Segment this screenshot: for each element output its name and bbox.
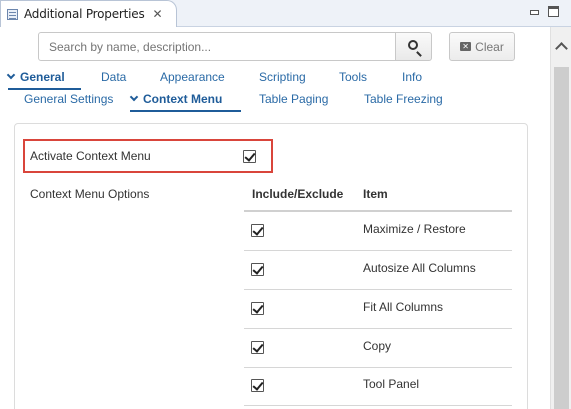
- subtab-general-settings[interactable]: General Settings: [24, 92, 113, 106]
- subtab-table-freezing[interactable]: Table Freezing: [364, 92, 443, 106]
- tab-general[interactable]: General: [6, 70, 65, 84]
- search-button[interactable]: [395, 32, 432, 61]
- chevron-down-icon: [129, 92, 139, 102]
- row-item-label: Autosize All Columns: [363, 261, 476, 275]
- row-divider: [244, 289, 512, 290]
- chevron-down-icon: [6, 70, 16, 80]
- scroll-up-arrow-icon[interactable]: [551, 27, 571, 65]
- row-include-checkbox[interactable]: [251, 224, 264, 237]
- tab-info[interactable]: Info: [402, 70, 422, 84]
- table-header-divider: [244, 210, 512, 212]
- row-include-checkbox[interactable]: [251, 379, 264, 392]
- row-item-label: Copy: [363, 339, 392, 353]
- subtab-context-menu[interactable]: Context Menu: [129, 92, 222, 106]
- tab-appearance[interactable]: Appearance: [160, 70, 225, 84]
- tab-scripting[interactable]: Scripting: [259, 70, 306, 84]
- view-title-bar: Additional Properties ✕: [0, 0, 571, 27]
- vertical-scrollbar[interactable]: [550, 27, 571, 409]
- tab-data[interactable]: Data: [101, 70, 126, 84]
- clear-button[interactable]: ✕ Clear: [449, 32, 515, 61]
- context-menu-options-label: Context Menu Options: [30, 187, 150, 201]
- row-include-checkbox[interactable]: [251, 263, 264, 276]
- tab-tools[interactable]: Tools: [339, 70, 367, 84]
- row-include-checkbox[interactable]: [251, 302, 264, 315]
- clear-button-label: Clear: [475, 39, 504, 54]
- maximize-icon[interactable]: [548, 6, 559, 17]
- scroll-thumb[interactable]: [554, 67, 569, 409]
- activate-context-menu-checkbox[interactable]: [243, 150, 256, 163]
- column-header-include-exclude: Include/Exclude: [252, 187, 344, 201]
- row-divider: [244, 367, 512, 368]
- row-item-label: Tool Panel: [363, 377, 420, 391]
- tab-general-underline: [8, 88, 81, 90]
- search-icon: [408, 40, 418, 50]
- row-item-label: Maximize / Restore: [363, 222, 466, 236]
- row-item-label: Fit All Columns: [363, 300, 444, 314]
- column-header-item: Item: [363, 187, 388, 201]
- subtab-table-paging[interactable]: Table Paging: [259, 92, 328, 106]
- close-icon[interactable]: ✕: [153, 8, 163, 20]
- subtab-context-menu-underline: [130, 110, 241, 112]
- properties-view-icon: [7, 8, 18, 20]
- search-input[interactable]: [38, 32, 396, 61]
- row-divider: [244, 328, 512, 329]
- row-divider: [244, 250, 512, 251]
- row-include-checkbox[interactable]: [251, 341, 264, 354]
- minimize-icon[interactable]: [529, 6, 540, 17]
- clear-x-icon: ✕: [460, 42, 472, 51]
- view-tab-additional-properties[interactable]: Additional Properties ✕: [0, 0, 177, 27]
- view-tab-label: Additional Properties: [24, 7, 145, 21]
- row-divider: [244, 405, 512, 406]
- activate-context-menu-label: Activate Context Menu: [30, 149, 151, 163]
